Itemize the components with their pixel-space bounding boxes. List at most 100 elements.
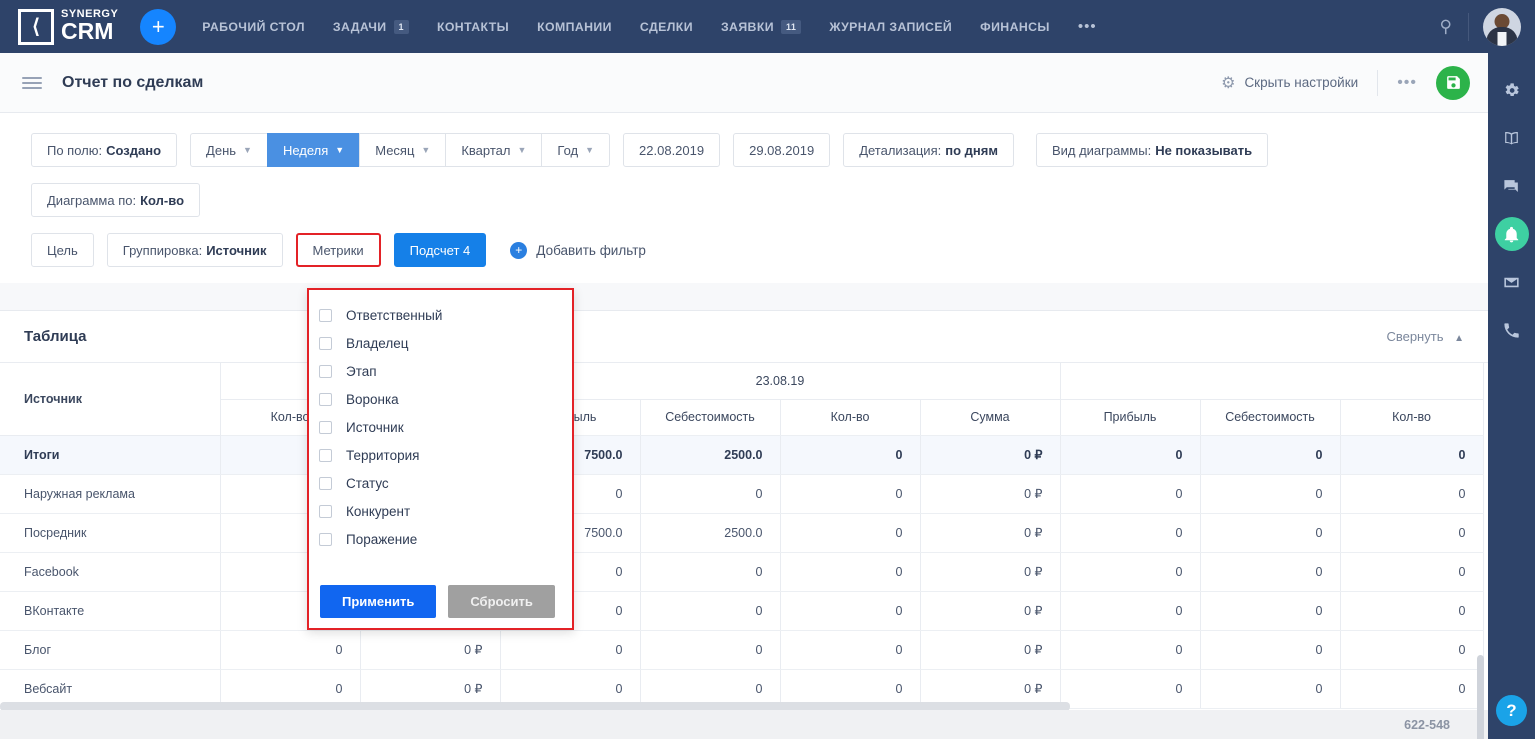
table-cell: 2500.0 bbox=[640, 513, 781, 553]
menu-toggle-icon[interactable] bbox=[22, 74, 42, 92]
table-column-header-4[interactable]: Кол-во bbox=[780, 399, 921, 436]
metrics-option-2[interactable]: Этап bbox=[309, 357, 572, 385]
period-button-0[interactable]: День ▼ bbox=[190, 133, 268, 167]
table-row[interactable]: Facebook 0 0 0 0 ₽0 0 0 bbox=[0, 552, 1484, 592]
table-cell: 0 bbox=[1200, 513, 1341, 553]
table-cell-source: Посредник bbox=[0, 513, 221, 553]
nav-item-label: ЗАДАЧИ bbox=[332, 19, 387, 34]
metrics-option-4[interactable]: Источник bbox=[309, 413, 572, 441]
table-row[interactable]: Итоги 7500.0 2500.0 0 0 ₽0 0 0 bbox=[0, 435, 1484, 475]
nav-item-5[interactable]: ЗАЯВКИ 11 bbox=[721, 19, 802, 34]
report-table: Источник23.08.19 Кол-воСуммаПрибыльСебес… bbox=[0, 363, 1484, 709]
date-from-input[interactable]: 22.08.2019 bbox=[623, 133, 721, 167]
gear-icon[interactable] bbox=[1495, 73, 1529, 107]
phone-icon[interactable] bbox=[1495, 313, 1529, 347]
checkbox[interactable] bbox=[319, 532, 332, 546]
table-scroll-area[interactable]: Источник23.08.19 Кол-воСуммаПрибыльСебес… bbox=[0, 363, 1488, 711]
nav-item-4[interactable]: СДЕЛКИ bbox=[640, 20, 693, 34]
nav-item-6[interactable]: ЖУРНАЛ ЗАПИСЕЙ bbox=[829, 20, 952, 34]
metrics-option-0[interactable]: Ответственный bbox=[309, 301, 572, 329]
table-row[interactable]: ВКонтакте 0 0 0 0 ₽0 0 0 bbox=[0, 591, 1484, 631]
topnav-right: ⚲ bbox=[1440, 0, 1535, 53]
table-row[interactable]: Посредник 7500.0 2500.0 0 0 ₽0 0 0 bbox=[0, 513, 1484, 553]
table-cell: 0 ₽ bbox=[920, 591, 1061, 631]
goal-button[interactable]: Цель bbox=[31, 233, 94, 267]
metrics-option-1[interactable]: Владелец bbox=[309, 329, 572, 357]
table-row[interactable]: Наружная реклама 0 0 0 0 ₽0 0 0 bbox=[0, 474, 1484, 514]
nav-item-1[interactable]: ЗАДАЧИ 1 bbox=[332, 19, 409, 34]
checkbox[interactable] bbox=[319, 476, 332, 490]
avatar[interactable] bbox=[1483, 7, 1521, 46]
table-column-header-5[interactable]: Сумма bbox=[920, 399, 1061, 436]
table-column-header-7[interactable]: Себестоимость bbox=[1200, 399, 1341, 436]
field-filter-button[interactable]: По полю: Создано bbox=[31, 133, 178, 167]
checkbox[interactable] bbox=[319, 392, 332, 406]
checkbox[interactable] bbox=[319, 448, 332, 462]
checkbox[interactable] bbox=[319, 504, 332, 518]
metrics-option-3[interactable]: Воронка bbox=[309, 385, 572, 413]
apply-button[interactable]: Применить bbox=[320, 585, 437, 618]
table-cell: 0 bbox=[640, 474, 781, 514]
table-cell: 0 bbox=[220, 630, 361, 670]
table-cell: 0 bbox=[1340, 474, 1484, 514]
detail-filter-label: Детализация: bbox=[859, 142, 942, 158]
metrics-option-8[interactable]: Поражение bbox=[309, 525, 572, 553]
metrics-option-6[interactable]: Статус bbox=[309, 469, 572, 497]
nav-item-7[interactable]: ФИНАНСЫ bbox=[980, 20, 1050, 34]
top-navigation-bar: ⟨ SYNERGY CRM + РАБОЧИЙ СТОЛ ЗАДАЧИ 1 КОНТА… bbox=[0, 0, 1535, 53]
table-row-header: Источник bbox=[0, 363, 221, 436]
table-cell: 0 bbox=[1200, 435, 1341, 475]
chat-icon[interactable] bbox=[1495, 169, 1529, 203]
table-cell: 0 ₽ bbox=[920, 552, 1061, 592]
checkbox[interactable] bbox=[319, 420, 332, 434]
nav-item-3[interactable]: КОМПАНИИ bbox=[537, 20, 612, 34]
add-button[interactable]: + bbox=[140, 8, 177, 45]
table-cell: 0 bbox=[1060, 513, 1201, 553]
table-cell: 0 bbox=[1200, 630, 1341, 670]
search-icon[interactable]: ⚲ bbox=[1440, 17, 1452, 37]
bell-icon[interactable] bbox=[1494, 217, 1529, 251]
help-button[interactable]: ? bbox=[1496, 695, 1527, 726]
chart-by-value: Кол-во bbox=[140, 192, 185, 208]
metrics-option-7[interactable]: Конкурент bbox=[309, 497, 572, 525]
period-button-1[interactable]: Неделя ▼ bbox=[266, 133, 361, 167]
nav-item-2[interactable]: КОНТАКТЫ bbox=[437, 20, 509, 34]
checkbox[interactable] bbox=[319, 336, 332, 350]
mail-icon[interactable] bbox=[1495, 265, 1529, 299]
vertical-scrollbar[interactable] bbox=[1477, 655, 1484, 739]
grouping-button[interactable]: Группировка: Источник bbox=[106, 233, 283, 267]
table-cell: 0 ₽ bbox=[920, 630, 1061, 670]
metrics-option-5[interactable]: Территория bbox=[309, 441, 572, 469]
table-column-header-3[interactable]: Себестоимость bbox=[640, 399, 781, 436]
gear-icon[interactable]: ⚙ bbox=[1221, 73, 1235, 93]
checkbox[interactable] bbox=[319, 364, 332, 378]
period-button-3[interactable]: Квартал ▼ bbox=[445, 133, 543, 167]
count-button[interactable]: Подсчет 4 bbox=[393, 233, 487, 267]
hide-settings-button[interactable]: Скрыть настройки bbox=[1244, 75, 1358, 90]
add-filter-button[interactable]: + Добавить фильтр bbox=[510, 241, 646, 259]
table-cell: 0 bbox=[1060, 591, 1201, 631]
page-more-button[interactable]: ••• bbox=[1397, 74, 1417, 92]
nav-item-0[interactable]: РАБОЧИЙ СТОЛ bbox=[202, 20, 305, 34]
period-button-2[interactable]: Месяц ▼ bbox=[359, 133, 447, 167]
metrics-button[interactable]: Метрики bbox=[295, 233, 381, 267]
nav-more-button[interactable]: ••• bbox=[1078, 18, 1097, 35]
table-cell: 0 bbox=[1060, 669, 1201, 709]
detail-filter-button[interactable]: Детализация: по дням bbox=[843, 133, 1014, 167]
chart-by-button[interactable]: Диаграмма по: Кол-во bbox=[31, 183, 201, 217]
table-column-header-8[interactable]: Кол-во bbox=[1340, 399, 1484, 436]
grouping-value: Источник bbox=[206, 242, 267, 258]
date-to-input[interactable]: 29.08.2019 bbox=[733, 133, 831, 167]
app-logo[interactable]: ⟨ SYNERGY CRM bbox=[18, 8, 118, 45]
reset-button[interactable]: Сбросить bbox=[448, 585, 555, 618]
checkbox[interactable] bbox=[319, 308, 332, 322]
logo-wordmark: SYNERGY CRM bbox=[61, 8, 118, 44]
table-column-header-6[interactable]: Прибыль bbox=[1060, 399, 1201, 436]
divider bbox=[1468, 12, 1469, 41]
chart-type-button[interactable]: Вид диаграммы: Не показывать bbox=[1035, 133, 1269, 167]
save-button[interactable] bbox=[1436, 65, 1470, 100]
book-icon[interactable] bbox=[1495, 121, 1529, 155]
table-row[interactable]: Блог 0 0 ₽0 0 0 0 ₽0 0 0 bbox=[0, 630, 1484, 670]
collapse-button[interactable]: Свернуть ▲ bbox=[1386, 329, 1464, 344]
period-button-4[interactable]: Год ▼ bbox=[541, 133, 611, 167]
